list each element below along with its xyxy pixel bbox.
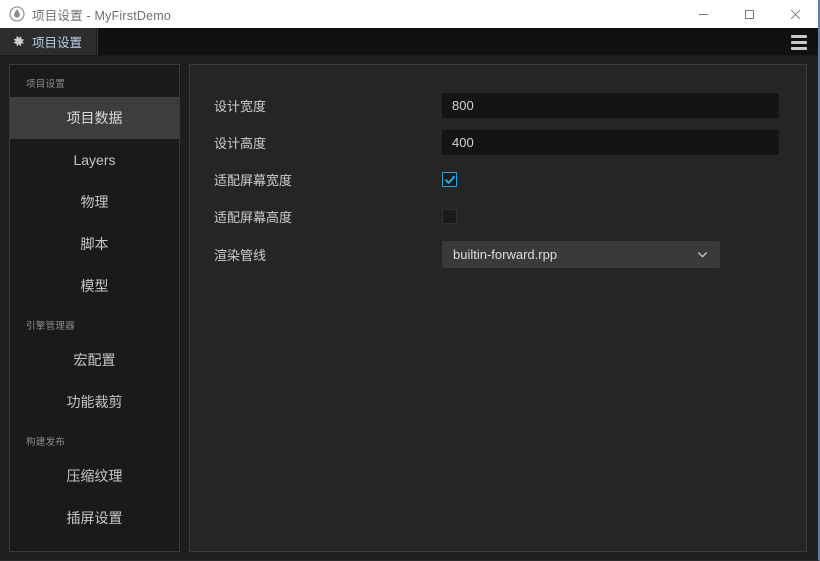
application-window: 项目设置 - MyFirstDemo 项目设置 项目设置 项目数据 Layers… [0,0,820,561]
sidebar-item-label: Layers [73,152,116,168]
design-width-input[interactable] [442,93,779,118]
form-row-fit-screen-width: 适配屏幕宽度 [190,165,806,194]
row-gap [190,194,806,202]
fit-screen-height-checkbox[interactable] [442,209,457,224]
maximize-icon [744,9,754,19]
tab-bar: 项目设置 [0,28,818,56]
fit-screen-width-checkbox[interactable] [442,172,457,187]
sidebar-item-label: 项目数据 [66,110,123,126]
sidebar-item-label: 物理 [80,194,109,210]
sidebar-item-feature-cropping[interactable]: 功能裁剪 [10,381,179,423]
window-controls [680,0,818,28]
sidebar-group-title-project-settings: 项目设置 [26,79,66,90]
design-height-label: 设计高度 [214,136,267,151]
chevron-down-icon [698,252,707,258]
sidebar-group-title-build-publish: 构建发布 [26,437,66,448]
gear-icon [14,36,24,46]
row-gap [190,157,806,165]
sidebar-item-compressed-texture[interactable]: 压缩纹理 [10,455,179,497]
sidebar-item-script[interactable]: 脚本 [10,223,179,265]
render-pipeline-select[interactable]: builtin-forward.rpp [442,241,720,268]
sidebar-item-label: 脚本 [80,236,109,252]
design-width-label: 设计宽度 [214,99,267,114]
sidebar-group-title-engine-manager: 引擎管理器 [26,321,76,332]
tab-bar-empty-area [97,28,818,55]
sidebar-item-model[interactable]: 模型 [10,265,179,307]
form-row-fit-screen-height: 适配屏幕高度 [190,202,806,231]
settings-panel: 设计宽度 设计高度 适配屏幕宽度 适配屏幕高度 [189,64,807,552]
sidebar-item-label: 模型 [80,278,109,294]
form-row-design-width: 设计宽度 [190,91,806,120]
render-pipeline-value: builtin-forward.rpp [453,247,558,262]
minimize-button[interactable] [680,0,726,28]
design-height-input[interactable] [442,130,779,155]
row-gap [190,231,806,240]
row-gap [190,120,806,128]
check-icon [444,175,455,184]
sidebar-item-splash-screen[interactable]: 插屏设置 [10,497,179,539]
render-pipeline-select-wrap: builtin-forward.rpp [442,241,720,268]
sidebar-item-label: 插屏设置 [66,510,123,526]
title-bar: 项目设置 - MyFirstDemo [0,0,818,28]
form-row-design-height: 设计高度 [190,128,806,157]
maximize-button[interactable] [726,0,772,28]
form-row-render-pipeline: 渲染管线 builtin-forward.rpp [190,240,806,269]
tab-label: 项目设置 [32,36,83,50]
droplet-logo-icon [9,6,25,22]
sidebar: 项目设置 项目数据 Layers 物理 脚本 模型 引擎管理器 宏配置 功能裁剪 [9,64,180,552]
sidebar-item-physics[interactable]: 物理 [10,181,179,223]
close-icon [790,9,800,19]
sidebar-item-label: 宏配置 [73,352,116,368]
sidebar-item-label: 压缩纹理 [66,468,123,484]
sidebar-item-macro-config[interactable]: 宏配置 [10,339,179,381]
fit-screen-width-label: 适配屏幕宽度 [214,173,293,188]
sidebar-item-layers[interactable]: Layers [10,139,179,181]
minimize-icon [698,13,708,15]
tab-project-settings[interactable]: 项目设置 [0,28,98,55]
fit-screen-height-label: 适配屏幕高度 [214,210,293,225]
sidebar-item-label: 功能裁剪 [66,394,123,410]
content-area: 项目设置 项目数据 Layers 物理 脚本 模型 引擎管理器 宏配置 功能裁剪 [0,57,818,560]
hamburger-menu-icon[interactable] [788,28,810,56]
render-pipeline-label: 渲染管线 [214,248,267,263]
close-button[interactable] [772,0,818,28]
window-title: 项目设置 - MyFirstDemo [32,8,172,23]
sidebar-item-project-data[interactable]: 项目数据 [10,97,179,139]
